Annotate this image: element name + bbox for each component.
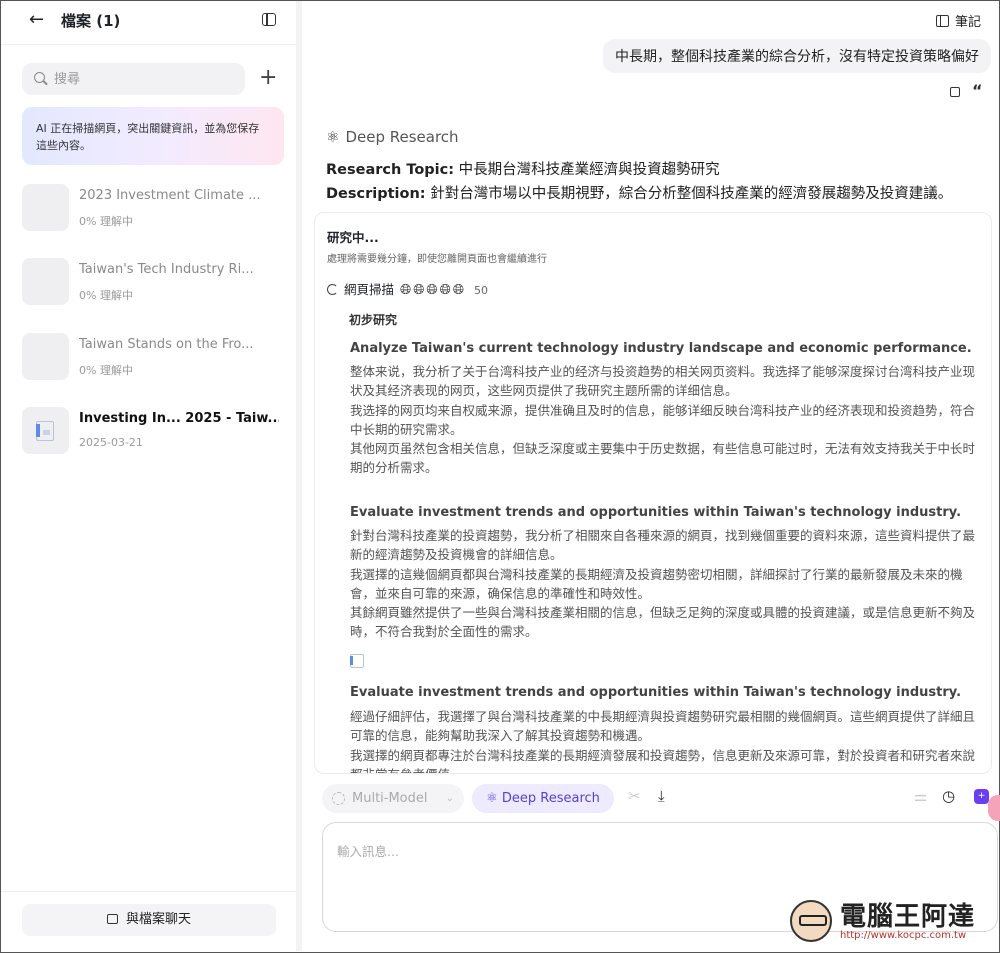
- document-title: 2023 Investment Climate ...: [79, 188, 261, 203]
- download-icon[interactable]: ⤓: [658, 787, 665, 805]
- task-paragraph: 我選擇的網頁都專注於台灣科技產業的長期經濟發展和投資趨勢，信息更新及來源可靠，對…: [350, 747, 976, 773]
- task-paragraph: 其餘網頁雖然提供了一些與台灣科技產業相關的信息，但缺乏足夠的深度或具體的投資建議…: [350, 605, 976, 640]
- sidebar-header: ← 檔案 (1): [1, 1, 296, 45]
- notes-icon: [935, 15, 949, 27]
- atom-icon: ⚛: [486, 791, 502, 806]
- globe-icon: 🌐︎: [426, 282, 438, 298]
- files-sidebar: ← 檔案 (1) + AI 正在掃描網頁，突出關鍵資訊，並為您保存這些內容。 2…: [1, 1, 296, 951]
- watermark-text: 電腦王阿達: [840, 902, 976, 932]
- history-clock-icon[interactable]: ◷: [942, 787, 955, 805]
- chat-with-files-button[interactable]: 與檔案聊天: [22, 904, 276, 936]
- notes-label: 筆記: [954, 15, 981, 30]
- add-file-icon[interactable]: +: [259, 65, 277, 91]
- ai-scanning-banner: AI 正在掃描網頁，突出關鍵資訊，並為您保存這些內容。: [22, 107, 284, 165]
- document-date: 2025-03-21: [79, 436, 143, 449]
- document-item[interactable]: Investing In... 2025 - Taiw... 2025-03-2…: [22, 407, 284, 463]
- chevron-down-icon: ⌄: [445, 793, 454, 804]
- deep-research-chip-label: Deep Research: [501, 791, 600, 806]
- document-item[interactable]: Taiwan Stands on the Fro... 0% 理解中: [22, 333, 284, 389]
- document-thumbnail: [22, 184, 69, 231]
- model-select[interactable]: Multi-Model ⌄: [322, 784, 464, 813]
- research-topic: Research Topic: 中長期台灣科技產業經濟與投資趨勢研究: [326, 158, 720, 179]
- settings-sliders-icon[interactable]: ⚌: [914, 787, 927, 805]
- chat-with-files-label: 與檔案聊天: [125, 912, 191, 927]
- quote-icon[interactable]: “: [972, 81, 983, 100]
- research-progress-panel[interactable]: 研究中... 處理將需要幾分鐘，即使您離開頁面也會繼續進行 網頁掃描 🌐︎ 🌐︎ 🌐…: [314, 212, 992, 774]
- file-icon: [36, 421, 54, 441]
- deep-research-header: ⚛ Deep Research: [326, 128, 459, 146]
- description-value: 針對台灣市場以中長期視野，綜合分析整個科技產業的經濟發展趨勢及投資建議。: [425, 186, 953, 202]
- scissors-icon[interactable]: ✂: [628, 787, 641, 805]
- task-paragraph: 我选择的网页均来自权威来源，提供准确且及时的信息，能够详细反映台湾科技产业的经济…: [350, 402, 976, 437]
- document-item[interactable]: Taiwan's Tech Industry Ri... 0% 理解中: [22, 258, 284, 314]
- document-title: Taiwan Stands on the Fro...: [79, 337, 254, 352]
- task-description: 針對台灣科技產業的投資趨勢，我分析了相關來自各種來源的網頁，找到幾個重要的資料來…: [350, 526, 975, 642]
- search-input[interactable]: [54, 63, 234, 95]
- new-chat-icon[interactable]: +: [974, 789, 989, 804]
- document-thumbnail: [22, 333, 69, 380]
- document-item[interactable]: 2023 Investment Climate ... 0% 理解中: [22, 184, 284, 240]
- globe-icon: 🌐︎: [413, 282, 425, 298]
- web-scan-label: 網頁掃描: [344, 282, 395, 297]
- copy-icon[interactable]: [950, 87, 960, 97]
- toggle-panel-icon[interactable]: [262, 13, 276, 26]
- sidebar-title: 檔案 (1): [61, 12, 121, 30]
- atom-icon: ⚛: [326, 128, 340, 146]
- notes-button[interactable]: 筆記: [935, 11, 981, 30]
- document-title: Investing In... 2025 - Taiw...: [79, 411, 279, 426]
- model-icon: [332, 792, 345, 805]
- document-status: 0% 理解中: [79, 289, 133, 302]
- composer-toolbar: Multi-Model ⌄ ⚛ Deep Research ✂ ⤓ ⚌ ◷ +: [322, 784, 992, 814]
- task-paragraph: 針對台灣科技產業的投資趨勢，我分析了相關來自各種來源的網頁，找到幾個重要的資料來…: [350, 528, 976, 563]
- task-title: Evaluate investment trends and opportuni…: [350, 505, 962, 520]
- document-title: Taiwan's Tech Industry Ri...: [79, 262, 254, 277]
- research-description: Description: 針對台灣市場以中長期視野，綜合分析整個科技產業的經濟發…: [326, 182, 952, 203]
- model-label: Multi-Model: [352, 791, 428, 806]
- user-message: 中長期，整個科技產業的綜合分析，沒有特定投資策略偏好: [603, 39, 991, 73]
- task-paragraph: 其他网页虽然包含相关信息，但缺乏深度或主要集中于历史数据，有些信息可能过时，无法…: [350, 441, 976, 476]
- task-paragraph: 我選擇的這幾個網頁都與台灣科技產業的長期經濟及投資趨勢密切相關，詳細探討了行業的…: [350, 566, 963, 601]
- search-box: [22, 63, 245, 95]
- mascot-logo: [790, 900, 832, 942]
- sidebar-divider: [1, 891, 296, 892]
- globe-icon: 🌐︎: [400, 282, 412, 298]
- site-watermark: 電腦王阿達 http://www.kocpc.com.tw: [790, 890, 995, 950]
- task-paragraph: 整体来说，我分析了关于台湾科技产业的经济与投资趋势的相关网页资料。我选择了能够深…: [350, 364, 976, 399]
- floating-assistant-handle[interactable]: [988, 795, 1000, 821]
- loading-spinner-icon: [327, 284, 338, 295]
- task-title: Analyze Taiwan's current technology indu…: [350, 341, 972, 356]
- source-file-icon[interactable]: [350, 654, 364, 668]
- deep-research-toggle[interactable]: ⚛ Deep Research: [472, 784, 614, 813]
- document-thumbnail: [22, 258, 69, 305]
- task-description: 整体来说，我分析了关于台湾科技产业的经济与投资趋势的相关网页资料。我选择了能够深…: [350, 362, 975, 478]
- web-scan-count: 50: [474, 284, 488, 297]
- topic-value: 中長期台灣科技產業經濟與投資趨勢研究: [454, 162, 720, 178]
- description-label: Description:: [326, 186, 426, 202]
- back-arrow-icon[interactable]: ←: [29, 9, 44, 30]
- globe-icon: 🌐︎: [452, 282, 465, 298]
- chat-icon: [106, 914, 118, 924]
- document-status: 0% 理解中: [79, 364, 133, 377]
- research-status-subtitle: 處理將需要幾分鐘，即使您離開頁面也會繼續進行: [327, 254, 547, 265]
- task-title: Evaluate investment trends and opportuni…: [350, 685, 962, 700]
- main-panel: 筆記 中長期，整個科技產業的綜合分析，沒有特定投資策略偏好 “ ⚛ Deep Re…: [302, 1, 999, 951]
- globe-icon: 🌐︎: [439, 282, 451, 298]
- search-icon: [34, 72, 45, 83]
- task-description: 經過仔細評估，我選擇了與台灣科技產業的中長期經濟與投資趨勢研究最相關的幾個網頁。…: [350, 707, 976, 773]
- deep-research-title: Deep Research: [345, 128, 459, 146]
- web-scan-row: 網頁掃描 🌐︎ 🌐︎ 🌐︎ 🌐︎ 🌐︎ 50: [327, 279, 488, 298]
- watermark-url: http://www.kocpc.com.tw: [840, 930, 967, 941]
- research-phase: 初步研究: [349, 313, 398, 327]
- document-status: 0% 理解中: [79, 215, 133, 228]
- research-status-title: 研究中...: [327, 230, 379, 245]
- task-paragraph: 經過仔細評估，我選擇了與台灣科技產業的中長期經濟與投資趨勢研究最相關的幾個網頁。…: [350, 709, 976, 744]
- document-thumbnail: [22, 407, 69, 454]
- topic-label: Research Topic:: [326, 162, 455, 178]
